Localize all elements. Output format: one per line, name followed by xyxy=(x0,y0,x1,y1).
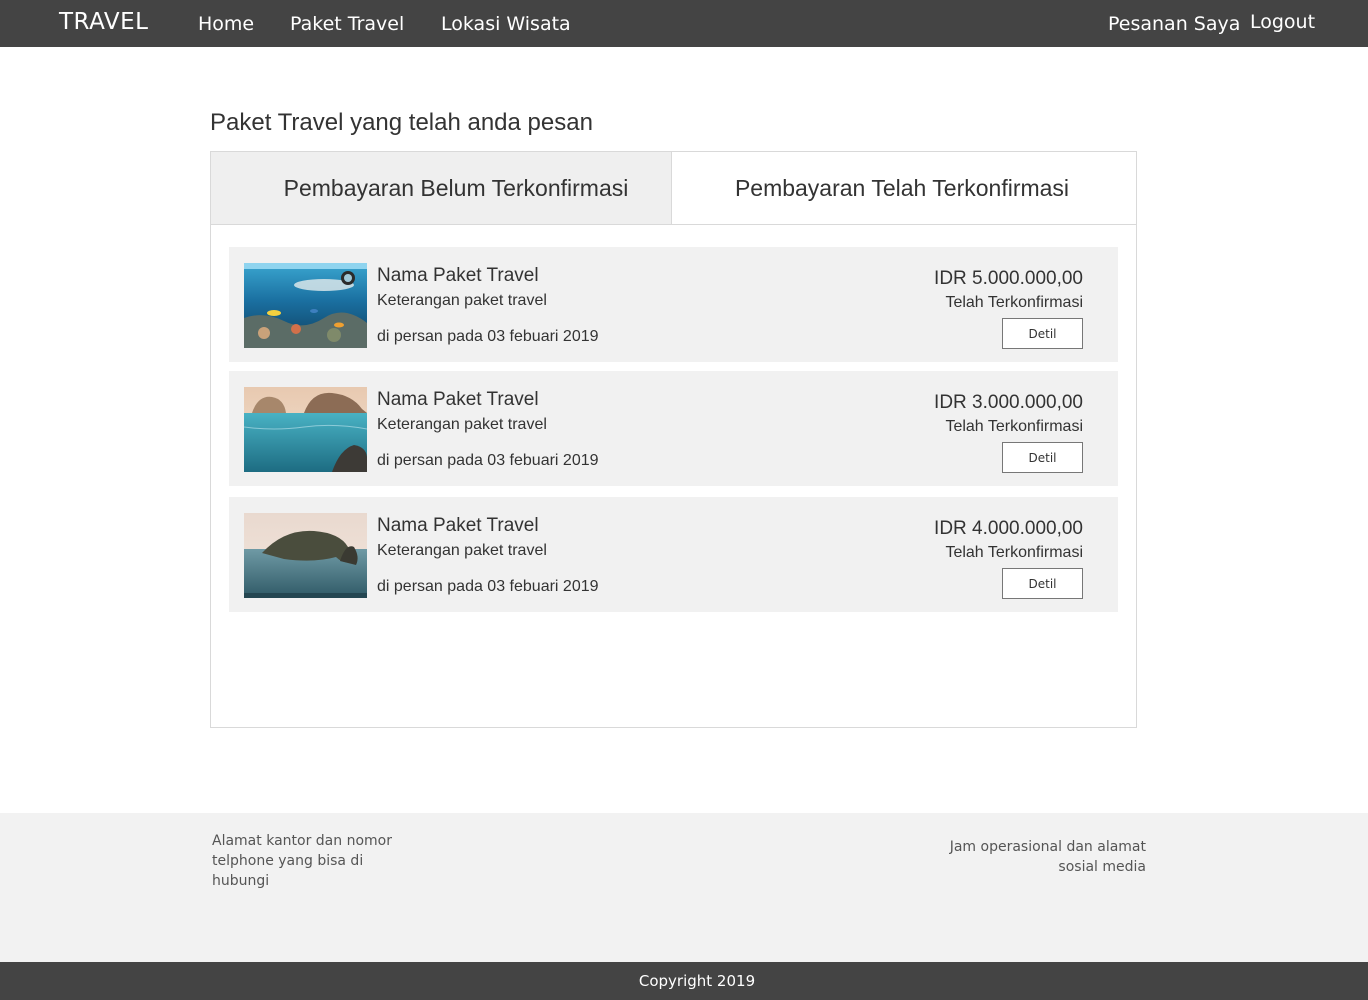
order-price: IDR 5.000.000,00 xyxy=(934,268,1083,289)
order-package-name: Nama Paket Travel xyxy=(377,265,539,286)
detil-button[interactable]: Detil xyxy=(1002,568,1083,599)
order-date: di persan pada 03 febuari 2019 xyxy=(377,328,599,345)
order-package-name: Nama Paket Travel xyxy=(377,515,539,536)
brand-logo[interactable]: TRAVEL xyxy=(59,9,148,35)
order-date: di persan pada 03 febuari 2019 xyxy=(377,578,599,595)
order-card: Nama Paket Travel Keterangan paket trave… xyxy=(229,497,1118,612)
footer-contact-info: Alamat kantor dan nomor telphone yang bi… xyxy=(212,833,392,889)
nav-home-link[interactable]: Home xyxy=(198,13,254,35)
logout-link[interactable]: Logout xyxy=(1250,11,1315,33)
detil-button[interactable]: Detil xyxy=(1002,442,1083,473)
copyright-text: Copyright 2019 xyxy=(638,972,756,990)
copyright-bar: Copyright 2019 xyxy=(0,962,1368,1000)
order-date: di persan pada 03 febuari 2019 xyxy=(377,452,599,469)
nav-paket-travel-link[interactable]: Paket Travel xyxy=(290,13,404,35)
order-price: IDR 3.000.000,00 xyxy=(934,392,1083,413)
footer: Alamat kantor dan nomor telphone yang bi… xyxy=(0,813,1368,962)
order-package-name: Nama Paket Travel xyxy=(377,389,539,410)
order-package-description: Keterangan paket travel xyxy=(377,416,547,433)
detil-button[interactable]: Detil xyxy=(1002,318,1083,349)
order-status: Telah Terkonfirmasi xyxy=(945,544,1083,561)
snorkeling-reef-photo xyxy=(244,263,367,348)
order-package-description: Keterangan paket travel xyxy=(377,292,547,309)
top-navbar: TRAVEL Home Paket Travel Lokasi Wisata P… xyxy=(0,0,1368,47)
order-status: Telah Terkonfirmasi xyxy=(945,418,1083,435)
page-title: Paket Travel yang telah anda pesan xyxy=(210,109,593,136)
order-card: Nama Paket Travel Keterangan paket trave… xyxy=(229,247,1118,362)
order-package-description: Keterangan paket travel xyxy=(377,542,547,559)
nav-pesanan-saya-link[interactable]: Pesanan Saya xyxy=(1108,13,1240,35)
nav-lokasi-wisata-link[interactable]: Lokasi Wisata xyxy=(441,13,571,35)
coastal-cliff-photo xyxy=(244,513,367,598)
tab-pembayaran-belum-terkonfirmasi[interactable]: Pembayaran Belum Terkonfirmasi xyxy=(211,152,672,225)
order-status: Telah Terkonfirmasi xyxy=(945,294,1083,311)
order-card: Nama Paket Travel Keterangan paket trave… xyxy=(229,371,1118,486)
order-price: IDR 4.000.000,00 xyxy=(934,518,1083,539)
sea-rocks-photo xyxy=(244,387,367,472)
tab-pembayaran-telah-terkonfirmasi[interactable]: Pembayaran Telah Terkonfirmasi xyxy=(672,152,1136,225)
footer-hours-social: Jam operasional dan alamat sosial media xyxy=(949,839,1146,875)
orders-panel: Pembayaran Belum Terkonfirmasi Pembayara… xyxy=(210,151,1137,728)
